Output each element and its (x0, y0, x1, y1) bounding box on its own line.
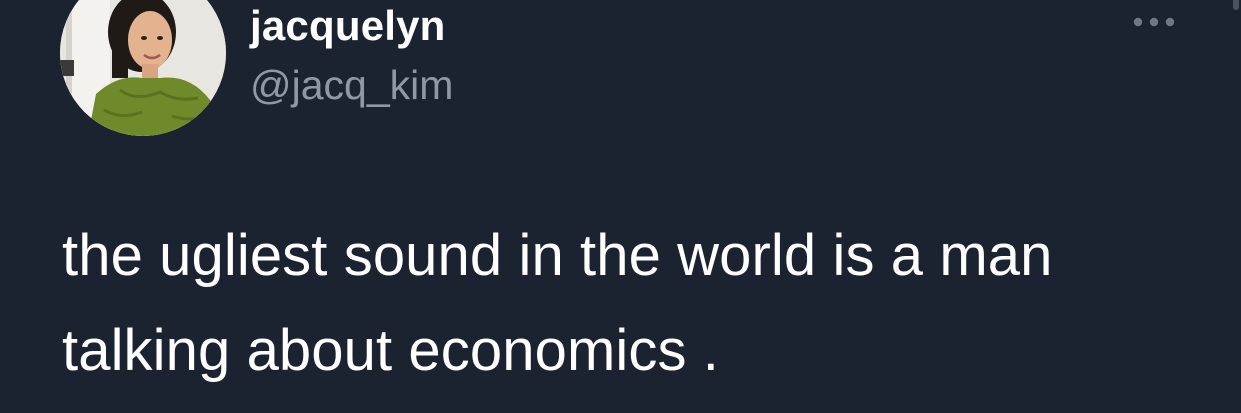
tweet-card: jacquelyn @jacq_kim the ugliest sound in… (0, 0, 1241, 413)
more-options-button[interactable] (1128, 8, 1180, 36)
tweet-text-line: the ugliest sound in the world is a man (62, 223, 1053, 288)
more-horizontal-icon (1133, 17, 1175, 27)
scroll-indicator (1233, 0, 1239, 10)
handle[interactable]: @jacq_kim (250, 62, 453, 109)
avatar[interactable] (60, 0, 226, 136)
profile-photo-icon (60, 0, 226, 136)
tweet-text: the ugliest sound in the world is a man … (62, 208, 1212, 398)
display-name[interactable]: jacquelyn (250, 2, 446, 50)
tweet-text-line: talking about economics . (62, 318, 719, 383)
